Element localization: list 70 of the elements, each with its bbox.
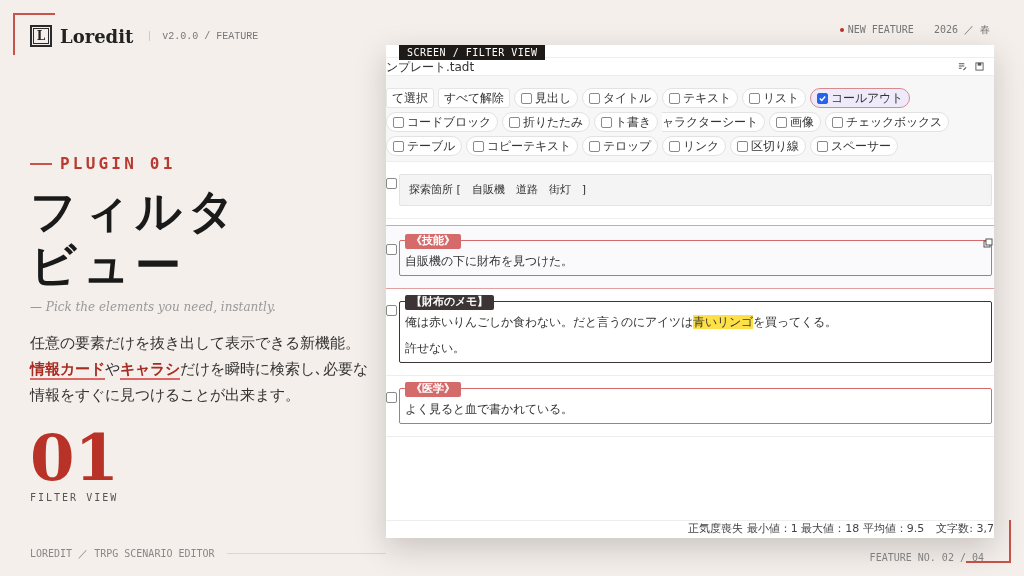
filter-chip[interactable]: 折りたたみ xyxy=(502,112,590,132)
corner-accent xyxy=(13,13,55,55)
callout-text: 自販機の下に財布を見つけた。 xyxy=(405,253,574,269)
checkbox[interactable] xyxy=(589,140,600,152)
callout-text: よく見ると血で書かれている。 xyxy=(405,401,574,417)
checkbox[interactable] xyxy=(393,116,404,128)
callout-tag: 《医学》 xyxy=(405,382,461,397)
filter-chip[interactable]: テロップ xyxy=(582,136,658,156)
feature-number: 01 xyxy=(30,426,121,490)
checkbox[interactable] xyxy=(589,92,600,104)
checkbox[interactable] xyxy=(737,140,748,152)
status-text: 文字数: 3,7 xyxy=(936,521,994,538)
checkbox[interactable] xyxy=(601,116,612,128)
filter-chip[interactable]: リンク xyxy=(662,136,726,156)
version-label: v2.0.0 / FEATURE xyxy=(162,29,259,44)
filter-chip[interactable]: タイトル xyxy=(582,88,658,108)
plugin-label: PLUGIN 01 xyxy=(60,153,176,175)
feature-description: 情報カードやキャラシだけを瞬時に検索し､必要な情報をすぐに見つけることが出来ます。 xyxy=(30,359,369,406)
file-name: ンプレート.tadt xyxy=(386,58,475,76)
callout-tag: 《技能》 xyxy=(405,234,461,249)
checkbox[interactable] xyxy=(521,92,532,104)
filter-chip[interactable]: チェックボックス xyxy=(825,112,949,132)
logo-icon: L xyxy=(30,25,52,47)
save-icon[interactable] xyxy=(975,62,984,71)
filter-chip[interactable]: コードブロック xyxy=(386,112,498,132)
number-caption: FILTER VIEW xyxy=(30,491,120,505)
filter-chip[interactable]: 見出し xyxy=(514,88,578,108)
screen-badge: SCREEN / FILTER VIEW xyxy=(399,45,546,60)
checkbox[interactable] xyxy=(776,116,787,128)
filter-chip[interactable]: テーブル xyxy=(386,136,462,156)
filter-chip[interactable]: ト書き xyxy=(594,112,658,132)
feature-count: FEATURE NO. 02 / 04 xyxy=(869,550,984,565)
status-text: 正気度喪失 最小値：1 最大値：18 平均値：9.5 xyxy=(688,521,925,538)
feature-title: フィルタ xyxy=(30,184,242,238)
checkbox[interactable] xyxy=(473,140,484,152)
filter-chip[interactable]: コールアウト xyxy=(810,88,910,108)
feature-title: ビュー xyxy=(30,238,188,292)
checkbox[interactable] xyxy=(832,116,843,128)
filter-chip[interactable]: リスト xyxy=(742,88,806,108)
checkbox[interactable] xyxy=(749,92,760,104)
list-edit-icon[interactable] xyxy=(958,62,967,71)
callout-text: 俺は赤いりんごしか食わない。だと言うのにアイツは青いリンゴを買ってくる。 xyxy=(405,314,838,330)
filter-chip[interactable]: ャラクターシート xyxy=(662,112,765,132)
filter-chip[interactable]: 画像 xyxy=(769,112,821,132)
filter-chip[interactable]: テキスト xyxy=(662,88,738,108)
tagline: — Pick the elements you need, instantly. xyxy=(30,299,277,316)
copy-icon[interactable] xyxy=(983,238,993,248)
new-feature-label: NEW FEATURE xyxy=(847,23,914,37)
select-action-button[interactable]: て選択 xyxy=(386,88,434,108)
checkbox[interactable] xyxy=(386,392,397,403)
checkbox[interactable] xyxy=(386,244,397,255)
date-label: 2026 ／ 春 xyxy=(933,23,990,37)
callout-tag: 【財布のメモ】 xyxy=(405,295,494,310)
location-block: 探索箇所 [ 自販機 道路 街灯 ] xyxy=(399,174,992,206)
checkbox[interactable] xyxy=(669,92,680,104)
callout-text: 許せない。 xyxy=(405,340,466,356)
checkbox[interactable] xyxy=(669,140,680,152)
checkbox[interactable] xyxy=(817,140,828,152)
checkbox[interactable] xyxy=(386,305,397,316)
checkbox[interactable] xyxy=(393,140,404,152)
filter-chip[interactable]: スペーサー xyxy=(810,136,898,156)
footer-label: LOREDIT ／ TRPG SCENARIO EDITOR xyxy=(30,547,215,561)
checkbox[interactable] xyxy=(817,92,828,104)
checkbox[interactable] xyxy=(509,116,520,128)
feature-description: 任意の要素だけを抜き出して表示できる新機能。 xyxy=(30,333,361,354)
filter-chip[interactable]: コピーテキスト xyxy=(466,136,578,156)
brand-name: Loredit xyxy=(60,24,134,49)
checkbox[interactable] xyxy=(386,178,397,189)
select-action-button[interactable]: すべて解除 xyxy=(438,88,510,108)
filter-chip[interactable]: 区切り線 xyxy=(730,136,806,156)
